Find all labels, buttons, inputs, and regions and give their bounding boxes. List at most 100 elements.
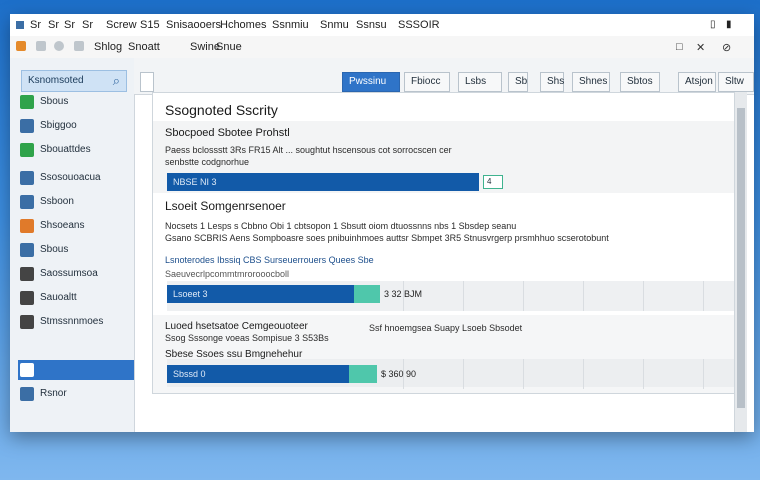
sidebar-item[interactable]: Sbiggoo [18,116,128,136]
section-3-bar: Sbssd 0 [167,365,349,383]
sidebar-search[interactable]: Ksnomsoted ⌕ [21,70,127,92]
menu-item[interactable]: Sr [30,19,41,31]
section-2-legend: Lsnoterodes Ibssiq CBS Surseuerrouers Qu… [165,255,374,265]
menu-item[interactable]: Sr [82,19,93,31]
app-icon [16,21,24,29]
tab-primary[interactable]: Pwssinu [342,72,400,92]
sidebar-item[interactable]: Sbous [18,240,128,260]
tab-5[interactable]: Shs [540,72,564,92]
section-1-desc: Paess bclossstt 3Rs FR15 Alt ... soughtu… [165,145,452,155]
toolbar-item[interactable]: Snue [216,41,242,53]
search-icon: ⌕ [112,73,120,88]
refresh-icon[interactable] [74,41,84,51]
main-content: Ssognoted Sscrity Sbocpoed Sbotee Prohst… [152,92,736,394]
section-1-chip[interactable]: 4 [483,175,503,189]
sidebar-item[interactable]: Sbouattdes [18,140,128,160]
grid-line [583,281,584,311]
section-1-header: Sbocpoed Sbotee Prohstl [165,127,290,139]
sidebar-item[interactable]: Saossumsoa [18,264,128,284]
sidebar-item[interactable]: Sbous [18,92,128,112]
tab-8[interactable]: Atsjon [678,72,716,92]
sidebar-item-label: Sauoaltt [40,292,77,303]
sidebar-item[interactable] [18,360,134,380]
back-icon[interactable] [36,41,46,51]
sidebar-item-icon [20,143,34,157]
vertical-scrollbar[interactable] [734,92,747,432]
sidebar-item-icon [20,315,34,329]
sidebar-item-label: Shsoeans [40,220,85,231]
menu-item[interactable]: Sr [48,19,59,31]
sidebar: Ksnomsoted ⌕ Sbous Sbiggoo Sbouattdes Ssoso… [10,58,135,432]
search-label: Ksnomsoted [28,75,84,86]
section-3-line1b: Ssf hnoemgsea Suapy Lsoeb Sbsodet [369,323,523,333]
section-2-bar-accent [354,285,380,303]
section-2-bar: Lsoeet 3 [167,285,354,303]
top-icon-2[interactable]: ▮ [726,19,732,30]
menu-item[interactable]: Sr [64,19,75,31]
tab-3[interactable]: Lsbs [458,72,502,92]
page-title: Ssognoted Sscrity [165,102,278,118]
sidebar-item[interactable]: Shsoeans [18,216,128,236]
home-icon[interactable] [16,41,26,51]
section-1: Sbocpoed Sbotee Prohstl Paess bclossstt … [153,121,735,193]
toolbar-item[interactable]: Snoatt [128,41,160,53]
menu-item[interactable]: SSSOIR [398,19,440,31]
section-1-desc-2: senbstte codgnorhue [165,157,250,167]
restore-button[interactable]: □ [676,41,683,53]
sidebar-item-label: Sbous [40,96,69,107]
sidebar-item[interactable]: Ssboon [18,192,128,212]
sidebar-item-label: Ssboon [40,196,74,207]
menu-bar: Sr Sr Sr Sr Screw S15 Snisaooers Hchomes… [10,14,754,37]
scrollbar-thumb[interactable] [737,108,745,408]
menu-item[interactable]: Hchomes [220,19,266,31]
sidebar-item-label: Ssosouoacua [40,172,101,183]
grid-line [703,359,704,389]
sidebar-item[interactable]: Stmssnnmoes [18,312,128,332]
section-3-line2: Ssog Sssonge voeas Sompisue 3 S53Bs [165,333,329,343]
grid-line [643,281,644,311]
sidebar-item[interactable]: Rsnor [18,384,128,404]
tab-4[interactable]: Sb [508,72,528,92]
sidebar-item-icon [20,291,34,305]
menu-item[interactable]: Ssnmiu [272,19,309,31]
menu-item[interactable]: Ssnsu [356,19,387,31]
section-2: Lsoeit Somgenrsenoer Nocsets 1 Lesps s C… [153,197,735,311]
settings-icon[interactable]: ⊘ [722,41,731,54]
sidebar-item-icon [20,195,34,209]
close-icon[interactable]: ✕ [696,41,705,54]
tab-7[interactable]: Sbtos [620,72,660,92]
menu-item[interactable]: S15 [140,19,160,31]
section-1-bar: NBSE NI 3 [167,173,479,191]
section-2-bar-label: Lsoeet 3 [173,289,208,299]
sidebar-item-label: Saossumsoa [40,268,98,279]
menu-item[interactable]: Snisaooers [166,19,221,31]
sidebar-item-label: Sbous [40,244,69,255]
sidebar-item-icon [20,243,34,257]
sidebar-item-icon [20,267,34,281]
sidebar-item-label: Sbiggoo [40,120,77,131]
menu-item[interactable]: Screw [106,19,137,31]
sidebar-item-icon [20,219,34,233]
tab-6[interactable]: Shnes [572,72,610,92]
grid-line [703,281,704,311]
grid-line [523,359,524,389]
sidebar-item-label: Stmssnnmoes [40,316,104,327]
sidebar-item[interactable]: Sauoaltt [18,288,128,308]
toolbar-item[interactable]: Shlog [94,41,122,53]
section-2-sublabel: Saeuvecrlpcommtmrorooocboll [165,269,290,279]
forward-icon[interactable] [54,41,64,51]
section-3-bar-accent [349,365,377,383]
tab-2[interactable]: Fbiocc [404,72,450,92]
sidebar-item[interactable]: Ssosouoacua [18,168,128,188]
grid-line [463,281,464,311]
sidebar-item-icon [20,171,34,185]
sidebar-item-label: Rsnor [40,388,67,399]
section-2-desc: Nocsets 1 Lesps s Cbbno Obi 1 cbtsopon 1… [165,221,517,231]
tab-9[interactable]: Sltw [718,72,754,92]
top-icon-1[interactable]: ▯ [710,19,716,30]
menu-item[interactable]: Snmu [320,19,349,31]
sidebar-item-icon [20,387,34,401]
grid-line [583,359,584,389]
section-3-bar-value: $ 360 90 [381,369,417,379]
panel-toggle-icon[interactable] [140,72,154,92]
